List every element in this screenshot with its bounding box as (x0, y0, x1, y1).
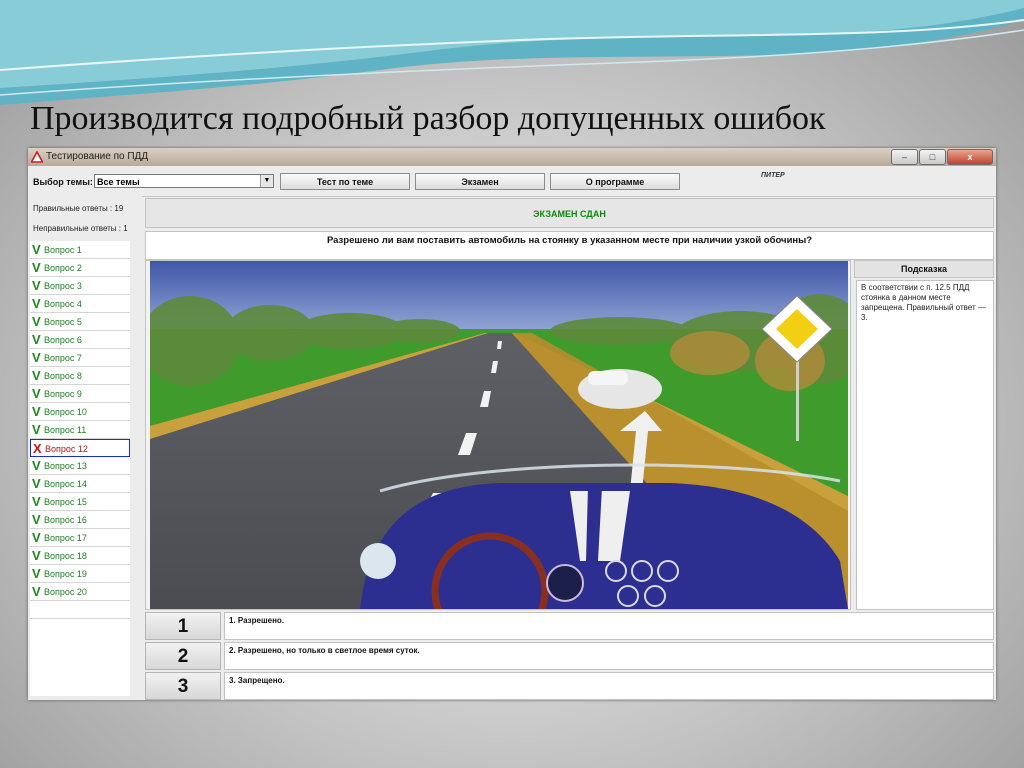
question-label: Вопрос 6 (44, 335, 82, 345)
question-label: Вопрос 20 (44, 587, 87, 597)
check-mark-icon: V (32, 278, 41, 293)
hint-title: Подсказка (854, 260, 994, 278)
slide-title: Производится подробный разбор допущенных… (30, 100, 826, 137)
question-label: Вопрос 8 (44, 371, 82, 381)
theme-label: Выбор темы: (33, 177, 93, 187)
exam-button[interactable]: Экзамен (415, 173, 545, 190)
check-mark-icon: V (32, 422, 41, 437)
question-item[interactable]: V Вопрос 13 (30, 457, 130, 475)
question-item[interactable]: V Вопрос 1 (30, 241, 130, 259)
window-titlebar[interactable]: Тестирование по ПДД – □ x (28, 148, 996, 166)
question-item[interactable]: V Вопрос 17 (30, 529, 130, 547)
minimize-button[interactable]: – (891, 149, 918, 165)
question-label: Вопрос 10 (44, 407, 87, 417)
question-item[interactable]: V Вопрос 20 (30, 583, 130, 601)
check-mark-icon: V (32, 296, 41, 311)
answer-option-2[interactable]: 2 2. Разрешено, но только в светлое врем… (145, 642, 994, 670)
question-text: Разрешено ли вам поставить автомобиль на… (145, 231, 994, 260)
about-button[interactable]: О программе (550, 173, 680, 190)
toolbar: Выбор темы: Все темы ▼ Тест по теме Экза… (28, 166, 996, 197)
check-mark-icon: V (32, 332, 41, 347)
check-mark-icon: V (32, 530, 41, 545)
check-mark-icon: V (32, 566, 41, 581)
exam-status: ЭКЗАМЕН СДАН (145, 198, 994, 228)
check-mark-icon: V (32, 404, 41, 419)
question-label: Вопрос 2 (44, 263, 82, 273)
question-item[interactable]: V Вопрос 9 (30, 385, 130, 403)
results-stats: Правильные ответы : 19 Неправильные отве… (30, 198, 140, 238)
question-item[interactable]: V Вопрос 2 (30, 259, 130, 277)
correct-count: Правильные ответы : 19 (33, 204, 124, 213)
question-item[interactable]: V Вопрос 5 (30, 313, 130, 331)
check-mark-icon: V (32, 494, 41, 509)
question-label: Вопрос 17 (44, 533, 87, 543)
question-item[interactable]: V Вопрос 10 (30, 403, 130, 421)
window-title: Тестирование по ПДД (46, 151, 149, 162)
check-mark-icon: V (32, 350, 41, 365)
check-mark-icon: V (32, 260, 41, 275)
road-scene-image (150, 261, 848, 609)
question-item[interactable]: V Вопрос 11 (30, 421, 130, 439)
check-mark-icon: V (32, 548, 41, 563)
question-label: Вопрос 19 (44, 569, 87, 579)
cross-mark-icon: X (33, 441, 42, 456)
theme-dropdown-value: Все темы (97, 177, 140, 187)
question-label: Вопрос 5 (44, 317, 82, 327)
question-item[interactable]: V Вопрос 16 (30, 511, 130, 529)
question-label: Вопрос 1 (44, 245, 82, 255)
check-mark-icon: V (32, 242, 41, 257)
check-mark-icon: V (32, 368, 41, 383)
answer-option-3[interactable]: 3 3. Запрещено. (145, 672, 994, 700)
question-item[interactable]: V Вопрос 4 (30, 295, 130, 313)
question-label: Вопрос 7 (44, 353, 82, 363)
check-mark-icon: V (32, 512, 41, 527)
question-label: Вопрос 11 (44, 425, 87, 435)
question-item[interactable]: V Вопрос 6 (30, 331, 130, 349)
question-label: Вопрос 9 (44, 389, 82, 399)
check-mark-icon: V (32, 314, 41, 329)
question-label: Вопрос 3 (44, 281, 82, 291)
theme-dropdown[interactable]: Все темы ▼ (94, 174, 274, 188)
answer-text[interactable]: 3. Запрещено. (224, 672, 994, 700)
maximize-button[interactable]: □ (919, 149, 946, 165)
check-mark-icon: V (32, 476, 41, 491)
warning-triangle-icon (31, 151, 43, 163)
question-item[interactable]: V Вопрос 18 (30, 547, 130, 565)
question-item[interactable]: V Вопрос 8 (30, 367, 130, 385)
answer-number[interactable]: 1 (145, 612, 221, 640)
check-mark-icon: V (32, 458, 41, 473)
question-label: Вопрос 13 (44, 461, 87, 471)
question-list: V Вопрос 1 V Вопрос 2 V Вопрос 3 V Вопрос 4 V Воп… (30, 241, 130, 696)
question-label: Вопрос 15 (44, 497, 87, 507)
question-item[interactable]: V Вопрос 19 (30, 565, 130, 583)
topic-test-button[interactable]: Тест по теме (280, 173, 410, 190)
question-item[interactable]: V Вопрос 7 (30, 349, 130, 367)
check-mark-icon: V (32, 584, 41, 599)
question-label: Вопрос 12 (45, 444, 88, 454)
answer-text[interactable]: 2. Разрешено, но только в светлое время … (224, 642, 994, 670)
question-item[interactable]: V Вопрос 15 (30, 493, 130, 511)
check-mark-icon: V (32, 386, 41, 401)
answer-number[interactable]: 3 (145, 672, 221, 700)
question-list-empty-row (30, 601, 130, 619)
app-window: Тестирование по ПДД – □ x Выбор темы: Вс… (28, 148, 996, 700)
question-item[interactable]: X Вопрос 12 (30, 439, 130, 457)
chevron-down-icon[interactable]: ▼ (260, 175, 273, 187)
question-label: Вопрос 4 (44, 299, 82, 309)
answer-option-1[interactable]: 1 1. Разрешено. (145, 612, 994, 640)
question-label: Вопрос 16 (44, 515, 87, 525)
brand-logo: ПИТЕР (761, 172, 785, 179)
left-panel: Правильные ответы : 19 Неправильные отве… (28, 196, 142, 700)
question-item[interactable]: V Вопрос 14 (30, 475, 130, 493)
incorrect-count: Неправильные ответы : 1 (33, 224, 128, 233)
question-label: Вопрос 18 (44, 551, 87, 561)
question-item[interactable]: V Вопрос 3 (30, 277, 130, 295)
hint-text: В соответствии с п. 12.5 ПДД стоянка в д… (856, 280, 994, 610)
answer-number[interactable]: 2 (145, 642, 221, 670)
answer-text[interactable]: 1. Разрешено. (224, 612, 994, 640)
close-button[interactable]: x (947, 149, 993, 165)
question-label: Вопрос 14 (44, 479, 87, 489)
